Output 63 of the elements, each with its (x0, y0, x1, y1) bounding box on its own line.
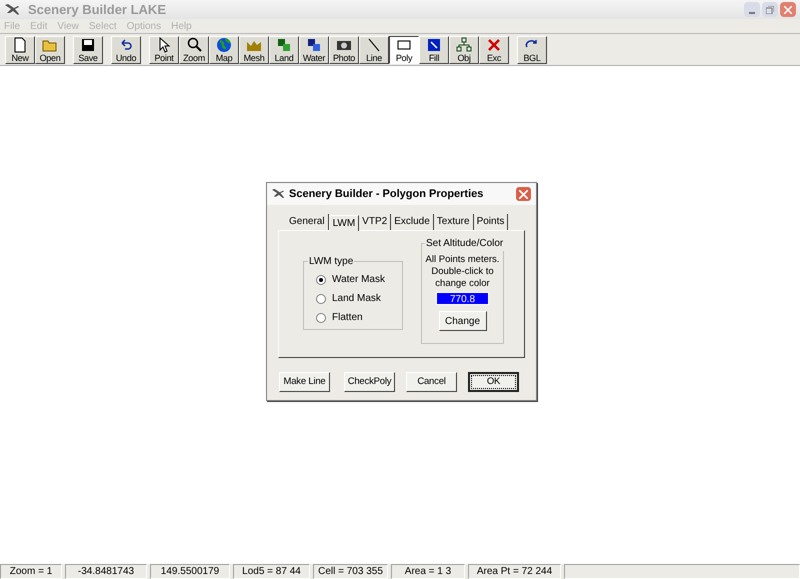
tab[interactable]: LWM (328, 215, 360, 231)
group-label: LWM type (308, 254, 354, 269)
status-field: Cell = 703 355 (313, 564, 388, 579)
tab[interactable]: Points (474, 214, 508, 230)
toolbar-button[interactable]: New (5, 36, 35, 64)
toolbar-button[interactable]: Water (299, 36, 329, 64)
toolbar-button[interactable]: Poly (389, 36, 419, 64)
page-icon (12, 36, 28, 52)
minimize-button[interactable] (744, 2, 760, 17)
tab[interactable]: Exclude (391, 214, 434, 230)
globe-icon (216, 36, 232, 52)
toolbar-button[interactable]: Point (149, 36, 179, 64)
toolbar-button[interactable]: Mesh (239, 36, 269, 64)
toolbar-button[interactable]: Photo (329, 36, 359, 64)
status-field: 149.5500179 (150, 564, 230, 579)
toolbar-button[interactable]: Map (209, 36, 239, 64)
dialog-button[interactable]: Make Line (279, 372, 330, 392)
radio-button[interactable]: Land Mask (316, 293, 402, 305)
toolbar-button[interactable]: Fill (419, 36, 449, 64)
network-icon (456, 36, 472, 52)
close-icon (784, 6, 792, 14)
squares-icon (306, 36, 322, 52)
toolbar-button[interactable]: Zoom (179, 36, 209, 64)
plane-icon (271, 188, 285, 200)
status-field: Area = 1 3 (391, 564, 465, 579)
color-value[interactable]: 770.8 (436, 292, 489, 305)
close-icon (486, 36, 502, 52)
line-icon (366, 36, 382, 52)
dialog-button[interactable]: CheckPoly (344, 372, 395, 392)
status-field: -34.8481743 (65, 564, 147, 579)
change-button[interactable]: Change (438, 311, 486, 331)
tab[interactable]: Texture (434, 214, 474, 230)
dialog-button[interactable]: Cancel (406, 372, 457, 392)
restore-icon (766, 6, 774, 14)
toolbar-button[interactable]: Save (73, 36, 103, 64)
status-field: Lod5 = 87 44 (233, 564, 310, 579)
dialog-title: Scenery Builder - Polygon Properties (289, 186, 484, 202)
fill-icon (426, 36, 442, 52)
close-button[interactable] (515, 186, 532, 202)
toolbar-button[interactable]: BGL (517, 36, 547, 64)
note-text: All Points meters. Double-click to change color (424, 254, 500, 290)
tab[interactable]: VTP2 (359, 214, 392, 230)
close-button[interactable] (780, 2, 796, 17)
status-field: Area Pt = 72 244 (468, 564, 561, 579)
status-field: Zoom = 1 (0, 564, 62, 579)
radio-button[interactable]: Flatten (316, 312, 402, 324)
toolbar-button[interactable]: Exc (479, 36, 509, 64)
restore-button[interactable] (762, 2, 778, 17)
close-icon (519, 190, 528, 198)
toolbar-button[interactable]: Undo (111, 36, 141, 64)
toolbar-button[interactable]: Land (269, 36, 299, 64)
minimize-icon (749, 12, 755, 14)
toolbar-button[interactable]: Line (359, 36, 389, 64)
dialog-button[interactable]: OK (468, 372, 519, 392)
floppy-icon (80, 36, 96, 52)
squares-icon (276, 36, 292, 52)
toolbar-button[interactable]: Open (35, 36, 65, 64)
radio-button[interactable]: Water Mask (316, 274, 402, 286)
toolbar-button[interactable]: Obj (449, 36, 479, 64)
window-title: Scenery Builder LAKE (28, 0, 166, 19)
search-icon (186, 36, 202, 52)
plane-icon (4, 2, 20, 16)
group-label: Set Altitude/Color (425, 236, 504, 251)
